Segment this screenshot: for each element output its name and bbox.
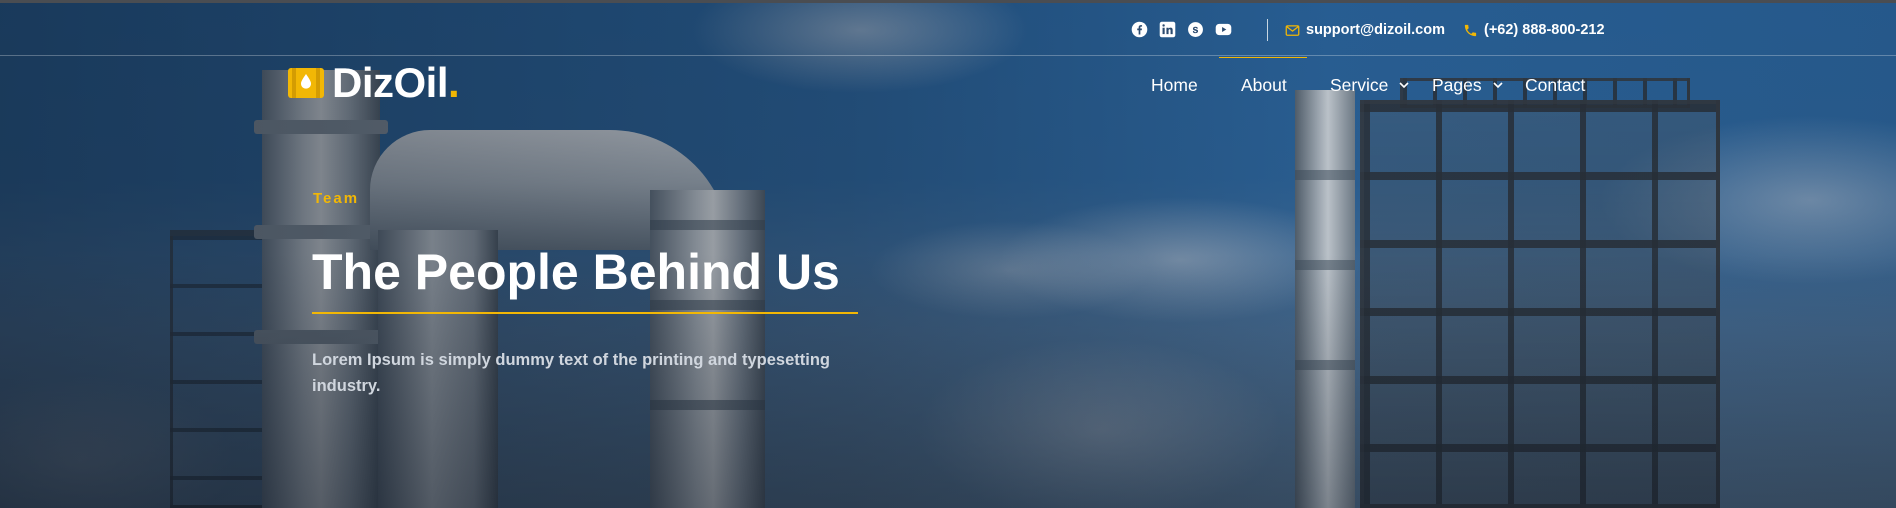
nav-item-contact[interactable]: Contact xyxy=(1525,57,1585,113)
top-bar: support@dizoil.com (+62) 888-800-212 xyxy=(0,4,1896,56)
nav-item-service[interactable]: Service xyxy=(1330,57,1410,113)
hero-background-image xyxy=(0,0,1896,508)
phone-text: (+62) 888-800-212 xyxy=(1484,22,1605,38)
nav-label-about: About xyxy=(1241,74,1287,95)
skype-icon[interactable] xyxy=(1186,20,1204,38)
social-links xyxy=(1130,20,1232,38)
phone-link[interactable]: (+62) 888-800-212 xyxy=(1463,22,1605,38)
brand-dot: . xyxy=(448,59,460,106)
email-text: support@dizoil.com xyxy=(1306,22,1445,38)
topbar-divider xyxy=(1267,19,1268,41)
title-underline xyxy=(312,312,858,314)
brand-logo[interactable]: DizOil. xyxy=(288,62,460,104)
email-link[interactable]: support@dizoil.com xyxy=(1285,22,1445,38)
nav-label-home: Home xyxy=(1151,74,1198,95)
nav-label-service: Service xyxy=(1330,74,1389,95)
page-title: The People Behind Us xyxy=(312,244,840,300)
hero-dark-overlay xyxy=(0,0,1896,508)
chevron-down-icon xyxy=(1493,82,1503,89)
hero-description: Lorem Ipsum is simply dummy text of the … xyxy=(312,351,830,395)
facebook-icon[interactable] xyxy=(1130,20,1148,38)
youtube-icon[interactable] xyxy=(1214,20,1232,38)
window-top-border xyxy=(0,0,1896,3)
nav-item-home[interactable]: Home xyxy=(1151,57,1198,113)
nav-item-pages[interactable]: Pages xyxy=(1432,57,1504,113)
hero-eyebrow: Team xyxy=(313,190,360,207)
nav-label-pages: Pages xyxy=(1432,74,1482,95)
nav-item-about[interactable]: About xyxy=(1219,57,1307,113)
chevron-down-icon xyxy=(1399,82,1409,89)
nav-label-contact: Contact xyxy=(1525,74,1586,95)
phone-icon xyxy=(1464,24,1477,36)
brand-name: DizOil xyxy=(332,59,449,106)
oil-barrel-logo-icon xyxy=(288,68,324,98)
linkedin-icon[interactable] xyxy=(1158,20,1176,38)
envelope-icon xyxy=(1285,24,1300,36)
